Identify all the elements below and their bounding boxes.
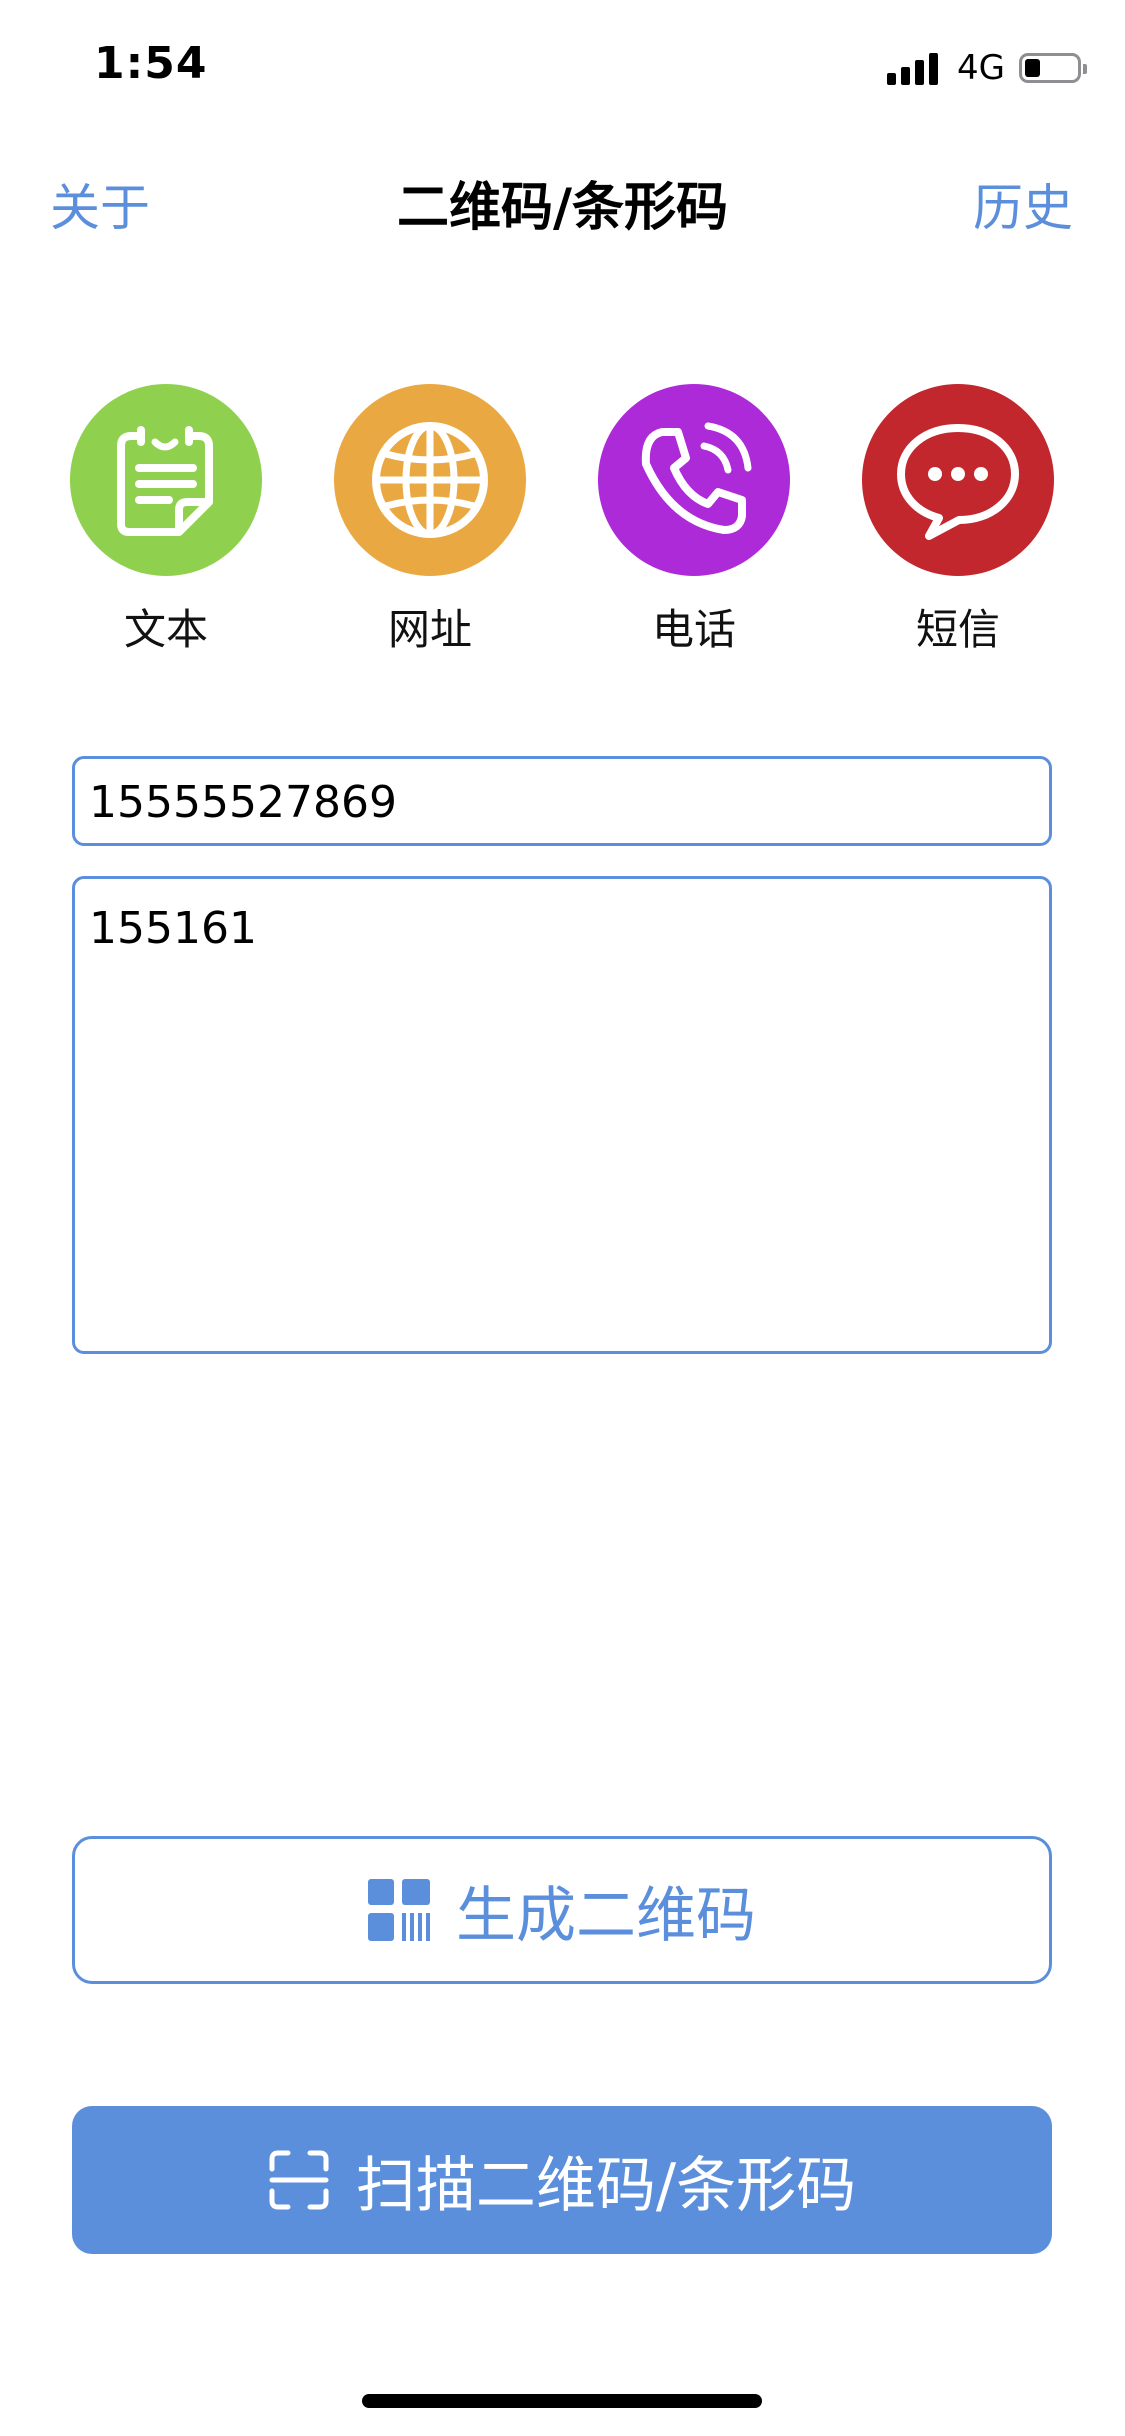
category-phone-label: 电话: [651, 605, 736, 654]
message-textarea[interactable]: 155161: [72, 876, 1052, 1354]
home-indicator[interactable]: [362, 2394, 762, 2408]
category-sms-label: 短信: [915, 605, 1000, 654]
battery-icon: [1019, 53, 1087, 83]
category-text-label: 文本: [123, 605, 208, 654]
chat-bubble-icon: [897, 424, 1019, 540]
category-text[interactable]: 文本: [70, 384, 262, 657]
category-sms[interactable]: 短信: [862, 384, 1054, 657]
category-url[interactable]: 网址: [334, 384, 526, 657]
phone-number-value: 15555527869: [89, 777, 397, 828]
screen: 1:54 4G 关于 二维码/条形码 历史 文本 网址 电话 短信 155555…: [0, 0, 1125, 2436]
document-icon: [117, 426, 213, 536]
globe-icon: [372, 422, 488, 538]
battery-level: [1025, 59, 1040, 77]
phone-number-field[interactable]: 15555527869: [72, 756, 1052, 846]
page-title: 二维码/条形码: [397, 178, 728, 238]
status-indicators: 4G: [887, 48, 1087, 88]
category-phone[interactable]: 电话: [598, 384, 790, 657]
signal-icon: [887, 51, 943, 85]
scan-button[interactable]: 扫描二维码/条形码: [72, 2106, 1052, 2254]
network-label: 4G: [957, 48, 1005, 88]
category-phone-circle: [598, 384, 790, 576]
category-sms-circle: [862, 384, 1054, 576]
history-button[interactable]: 历史: [973, 168, 1073, 240]
generate-qr-label: 生成二维码: [456, 1880, 756, 1951]
qr-code-icon: [368, 1879, 430, 1941]
category-text-circle: [70, 384, 262, 576]
message-value: 155161: [89, 903, 257, 954]
generate-qr-button[interactable]: 生成二维码: [72, 1836, 1052, 1984]
category-url-label: 网址: [387, 605, 472, 654]
category-url-circle: [334, 384, 526, 576]
scan-label: 扫描二维码/条形码: [355, 2150, 857, 2221]
status-time: 1:54: [94, 38, 208, 89]
phone-icon: [641, 422, 752, 534]
scan-icon: [269, 2150, 329, 2210]
